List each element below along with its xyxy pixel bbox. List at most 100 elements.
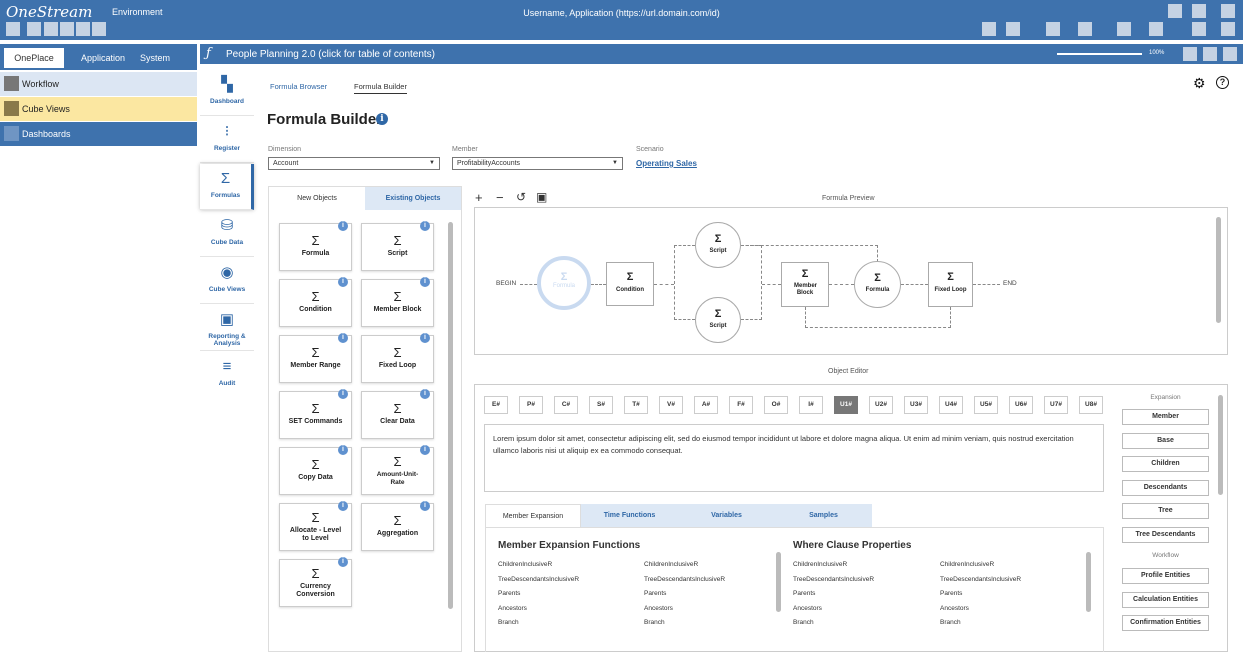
list-item[interactable]: Branch (940, 616, 1021, 631)
rail-reporting-analysis[interactable]: ▣ Reporting & Analysis (200, 305, 254, 351)
toolbar-button[interactable] (1168, 4, 1182, 18)
tab-new-objects[interactable]: New Objects (269, 187, 365, 210)
list-item[interactable]: Ancestors (940, 602, 1021, 617)
object-card-amount-unit-rate[interactable]: Σ Amount-Unit-Rate i (361, 445, 434, 495)
token-button-selected[interactable]: U1# (834, 396, 858, 414)
object-card-clear-data[interactable]: Σ Clear Data i (361, 389, 434, 439)
scenario-link[interactable]: Operating Sales (636, 159, 697, 168)
header-button[interactable] (1203, 47, 1217, 61)
preview-node-fixed-loop[interactable]: Σ Fixed Loop (928, 262, 973, 307)
list-item[interactable]: ChildrenInclusiveR (644, 558, 725, 573)
list-item[interactable]: Branch (644, 616, 725, 631)
tab-formula-builder[interactable]: Formula Builder (354, 82, 407, 94)
token-button[interactable]: U5# (974, 396, 998, 414)
app-title[interactable]: People Planning 2.0 (click for table of … (226, 49, 435, 60)
tab-variables[interactable]: Variables (678, 504, 775, 527)
toolbar-button[interactable] (27, 22, 41, 36)
object-card-member-range[interactable]: Σ Member Range i (279, 333, 352, 383)
object-card-set-commands[interactable]: Σ SET Commands i (279, 389, 352, 439)
nav-item-cube-views[interactable]: Cube Views (0, 97, 197, 121)
where-clause-scrollbar[interactable] (1086, 552, 1091, 612)
tree-button[interactable]: Tree (1122, 503, 1209, 519)
toolbar-button[interactable] (1117, 22, 1131, 36)
rail-register[interactable]: ⁝ Register (200, 117, 254, 163)
token-button[interactable]: U4# (939, 396, 963, 414)
header-button[interactable] (1223, 47, 1237, 61)
token-button[interactable]: A# (694, 396, 718, 414)
token-button[interactable]: O# (764, 396, 788, 414)
token-button[interactable]: U8# (1079, 396, 1103, 414)
rail-cube-views[interactable]: ◉ Cube Views (200, 258, 254, 304)
list-item[interactable]: TreeDescendantsInclusiveR (793, 573, 874, 588)
list-item[interactable]: Parents (498, 587, 579, 602)
preview-node-condition[interactable]: Σ Condition (606, 262, 654, 306)
tab-member-expansion[interactable]: Member Expansion (485, 504, 581, 527)
toolbar-button[interactable] (1149, 22, 1163, 36)
preview-scrollbar[interactable] (1216, 217, 1221, 323)
plus-icon[interactable]: + (475, 190, 483, 205)
info-icon[interactable]: i (338, 557, 348, 567)
toolbar-button[interactable] (1221, 22, 1235, 36)
toolbar-button[interactable] (6, 22, 20, 36)
info-icon[interactable]: i (338, 501, 348, 511)
dimension-select[interactable]: Account ▼ (268, 157, 440, 170)
list-item[interactable]: ChildrenInclusiveR (940, 558, 1021, 573)
info-icon[interactable]: i (376, 113, 388, 125)
info-icon[interactable]: i (338, 389, 348, 399)
tab-time-functions[interactable]: Time Functions (581, 504, 678, 527)
token-button[interactable]: P# (519, 396, 543, 414)
object-card-fixed-loop[interactable]: Σ Fixed Loop i (361, 333, 434, 383)
token-button[interactable]: C# (554, 396, 578, 414)
object-card-allocate[interactable]: Σ Allocate - Level to Level i (279, 501, 352, 551)
info-icon[interactable]: i (338, 333, 348, 343)
info-icon[interactable]: i (338, 445, 348, 455)
token-button[interactable]: U6# (1009, 396, 1033, 414)
tab-existing-objects[interactable]: Existing Objects (365, 187, 461, 210)
rail-audit[interactable]: ≡ Audit (200, 352, 254, 398)
info-icon[interactable]: i (420, 389, 430, 399)
tab-formula-browser[interactable]: Formula Browser (270, 82, 327, 91)
toolbar-button[interactable] (1006, 22, 1020, 36)
toolbar-button[interactable] (76, 22, 90, 36)
list-item[interactable]: ChildrenInclusiveR (793, 558, 874, 573)
token-button[interactable]: U3# (904, 396, 928, 414)
side-scrollbar[interactable] (1218, 395, 1223, 495)
rail-dashboard[interactable]: ▚ Dashboard (200, 70, 254, 116)
list-item[interactable]: Parents (644, 587, 725, 602)
object-card-currency-conversion[interactable]: Σ Currency Conversion i (279, 557, 352, 607)
object-card-aggregation[interactable]: Σ Aggregation i (361, 501, 434, 551)
nav-item-dashboards[interactable]: Dashboards (0, 122, 197, 146)
object-card-script[interactable]: Σ Script i (361, 221, 434, 271)
info-icon[interactable]: i (420, 501, 430, 511)
info-icon[interactable]: i (338, 221, 348, 231)
children-button[interactable]: Children (1122, 456, 1209, 472)
header-button[interactable] (1183, 47, 1197, 61)
list-item[interactable]: TreeDescendantsInclusiveR (940, 573, 1021, 588)
token-button[interactable]: E# (484, 396, 508, 414)
token-button[interactable]: V# (659, 396, 683, 414)
preview-node-formula-ghost[interactable]: Σ Formula (537, 256, 591, 310)
object-card-formula[interactable]: Σ Formula i (279, 221, 352, 271)
object-card-member-block[interactable]: Σ Member Block i (361, 277, 434, 327)
token-button[interactable]: I# (799, 396, 823, 414)
objects-scrollbar[interactable] (448, 222, 453, 609)
toolbar-button[interactable] (982, 22, 996, 36)
toolbar-button[interactable] (92, 22, 106, 36)
profile-entities-button[interactable]: Profile Entities (1122, 568, 1209, 584)
info-icon[interactable]: i (420, 221, 430, 231)
rail-formulas[interactable]: Σ Formulas (200, 164, 254, 210)
base-button[interactable]: Base (1122, 433, 1209, 449)
toolbar-button[interactable] (1192, 22, 1206, 36)
info-icon[interactable]: i (420, 445, 430, 455)
token-button[interactable]: U7# (1044, 396, 1068, 414)
toolbar-button[interactable] (1221, 4, 1235, 18)
token-button[interactable]: U2# (869, 396, 893, 414)
list-item[interactable]: Ancestors (498, 602, 579, 617)
minus-icon[interactable]: − (496, 190, 504, 205)
token-button[interactable]: T# (624, 396, 648, 414)
functions-scrollbar[interactable] (776, 552, 781, 612)
list-item[interactable]: Branch (498, 616, 579, 631)
formula-text-editor[interactable]: Lorem ipsum dolor sit amet, consectetur … (484, 424, 1104, 492)
nav-item-workflow[interactable]: Workflow (0, 72, 197, 96)
object-card-condition[interactable]: Σ Condition i (279, 277, 352, 327)
